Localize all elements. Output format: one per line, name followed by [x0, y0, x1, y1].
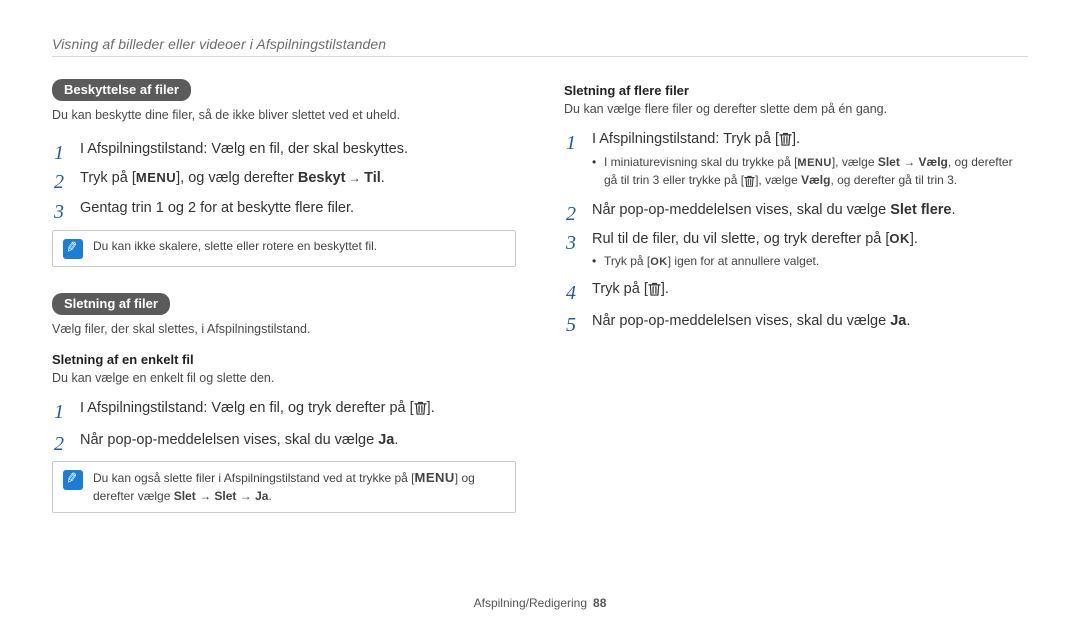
- note-icon: [63, 470, 83, 490]
- left-column: Beskyttelse af filer Du kan beskytte din…: [52, 79, 516, 531]
- protect-intro: Du kan beskytte dine filer, så de ikke b…: [52, 107, 516, 125]
- delete-single-step-2: Når pop-op-meddelelsen vises, skal du væ…: [52, 430, 516, 452]
- delete-multi-step-4: Tryk på [].: [564, 279, 1028, 303]
- delete-multi-step-5: Når pop-op-meddelelsen vises, skal du væ…: [564, 311, 1028, 333]
- protect-steps: I Afspilningstilstand: Vælg en fil, der …: [52, 139, 516, 220]
- delete-intro: Vælg filer, der skal slettes, i Afspilni…: [52, 321, 516, 339]
- delete-single-note-text: Du kan også slette filer i Afspilningsti…: [93, 469, 505, 505]
- menu-key: MENU: [415, 469, 455, 488]
- delete-single-intro: Du kan vælge en enkelt fil og slette den…: [52, 370, 516, 388]
- footer-label: Afspilning/Redigering: [474, 596, 587, 610]
- page-header: Visning af billeder eller videoer i Afsp…: [52, 36, 1028, 52]
- right-column: Sletning af flere filer Du kan vælge fle…: [564, 79, 1028, 531]
- trash-icon: [648, 281, 661, 303]
- delete-multi-step-3: Rul til de filer, du vil slette, og tryk…: [564, 229, 1028, 271]
- protect-note: Du kan ikke skalere, slette eller rotere…: [52, 230, 516, 267]
- delete-multi-heading: Sletning af flere filer: [564, 83, 1028, 98]
- delete-multi-step-2: Når pop-op-meddelelsen vises, skal du væ…: [564, 200, 1028, 222]
- page-number: 88: [593, 596, 606, 610]
- note-icon: [63, 239, 83, 259]
- section-pill-protect: Beskyttelse af filer: [52, 79, 191, 101]
- ok-key: OK: [650, 255, 668, 271]
- delete-single-note: Du kan også slette filer i Afspilningsti…: [52, 461, 516, 513]
- delete-multi-step-1: I Afspilningstilstand: Tryk på []. I min…: [564, 129, 1028, 192]
- protect-step-2: Tryk på [MENU], og vælg derefter Beskyt …: [52, 168, 516, 190]
- header-divider: [52, 56, 1028, 57]
- menu-key: MENU: [797, 156, 831, 172]
- delete-multi-step-3-bullet: Tryk på [OK] igen for at annullere valge…: [592, 253, 1028, 271]
- protect-note-text: Du kan ikke skalere, slette eller rotere…: [93, 238, 377, 255]
- trash-icon: [744, 174, 755, 191]
- delete-multi-steps: I Afspilningstilstand: Tryk på []. I min…: [564, 129, 1028, 333]
- trash-icon: [414, 400, 427, 422]
- section-pill-delete: Sletning af filer: [52, 293, 170, 315]
- delete-single-heading: Sletning af en enkelt fil: [52, 352, 516, 367]
- page-footer: Afspilning/Redigering 88: [0, 596, 1080, 610]
- protect-step-3: Gentag trin 1 og 2 for at beskytte flere…: [52, 198, 516, 220]
- menu-key: MENU: [136, 168, 176, 188]
- ok-key: OK: [889, 229, 910, 249]
- delete-multi-step-1-bullet: I miniaturevisning skal du trykke på [ME…: [592, 154, 1028, 191]
- delete-single-step-1: I Afspilningstilstand: Vælg en fil, og t…: [52, 398, 516, 422]
- trash-icon: [779, 131, 792, 153]
- delete-single-steps: I Afspilningstilstand: Vælg en fil, og t…: [52, 398, 516, 452]
- delete-multi-intro: Du kan vælge flere filer og derefter sle…: [564, 101, 1028, 119]
- protect-step-1: I Afspilningstilstand: Vælg en fil, der …: [52, 139, 516, 161]
